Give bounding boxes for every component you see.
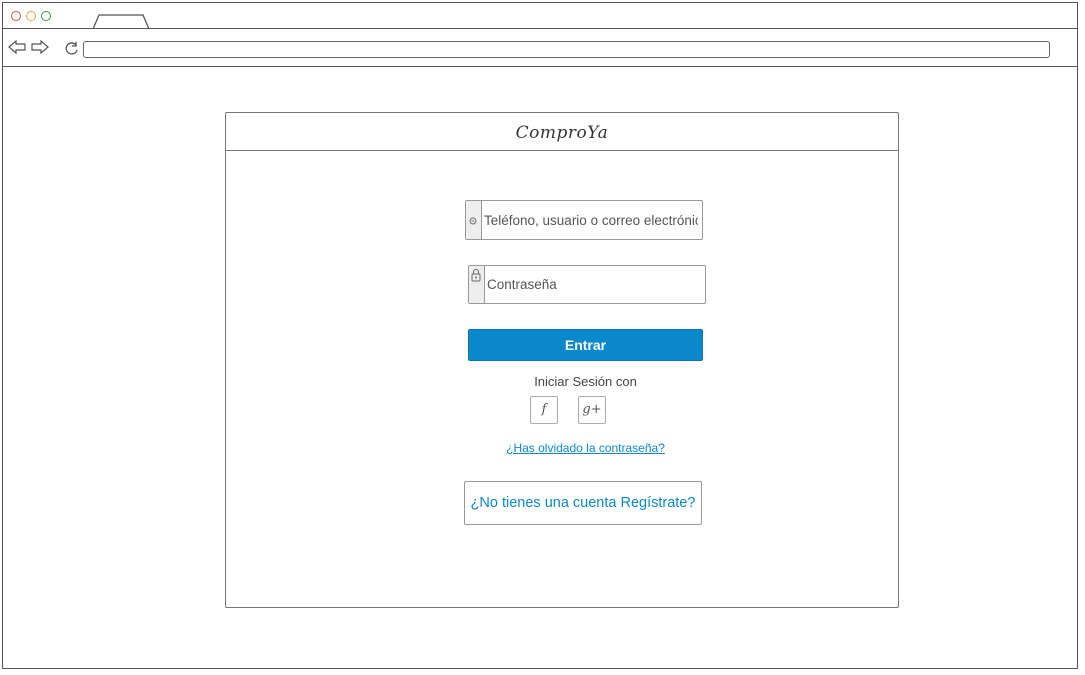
close-window-button[interactable] [11, 11, 21, 21]
password-input[interactable] [487, 266, 701, 303]
login-card: ComproYa Entrar Iniciar Sesión [225, 112, 899, 608]
browser-window: ComproYa Entrar Iniciar Sesión [2, 2, 1078, 669]
maximize-window-button[interactable] [41, 11, 51, 21]
password-field[interactable] [468, 265, 706, 304]
facebook-login-button[interactable]: f [530, 396, 558, 424]
browser-tab[interactable] [93, 14, 149, 29]
brand-logo-text: ComproYa [515, 123, 609, 143]
user-icon [466, 201, 482, 239]
lock-icon [469, 266, 485, 303]
google-plus-login-button[interactable]: g+ [578, 396, 606, 424]
forward-arrow-icon[interactable] [31, 40, 49, 54]
signup-link-box[interactable]: ¿No tienes una cuenta Regístrate? [464, 481, 702, 525]
title-bar [3, 3, 1077, 29]
login-button[interactable]: Entrar [468, 329, 703, 361]
address-bar[interactable] [83, 41, 1050, 58]
card-header: ComproYa [226, 113, 898, 151]
minimize-window-button[interactable] [26, 11, 36, 21]
user-field[interactable] [465, 200, 703, 240]
forgot-password-link[interactable]: ¿Has olvidado la contraseña? [468, 441, 703, 455]
navigation-bar [3, 29, 1077, 67]
user-input[interactable] [484, 201, 698, 239]
back-arrow-icon[interactable] [8, 40, 26, 54]
google-plus-icon: g+ [582, 402, 602, 417]
facebook-icon: f [541, 402, 547, 417]
reload-icon[interactable] [64, 41, 79, 56]
social-login-label: Iniciar Sesión con [534, 374, 637, 389]
